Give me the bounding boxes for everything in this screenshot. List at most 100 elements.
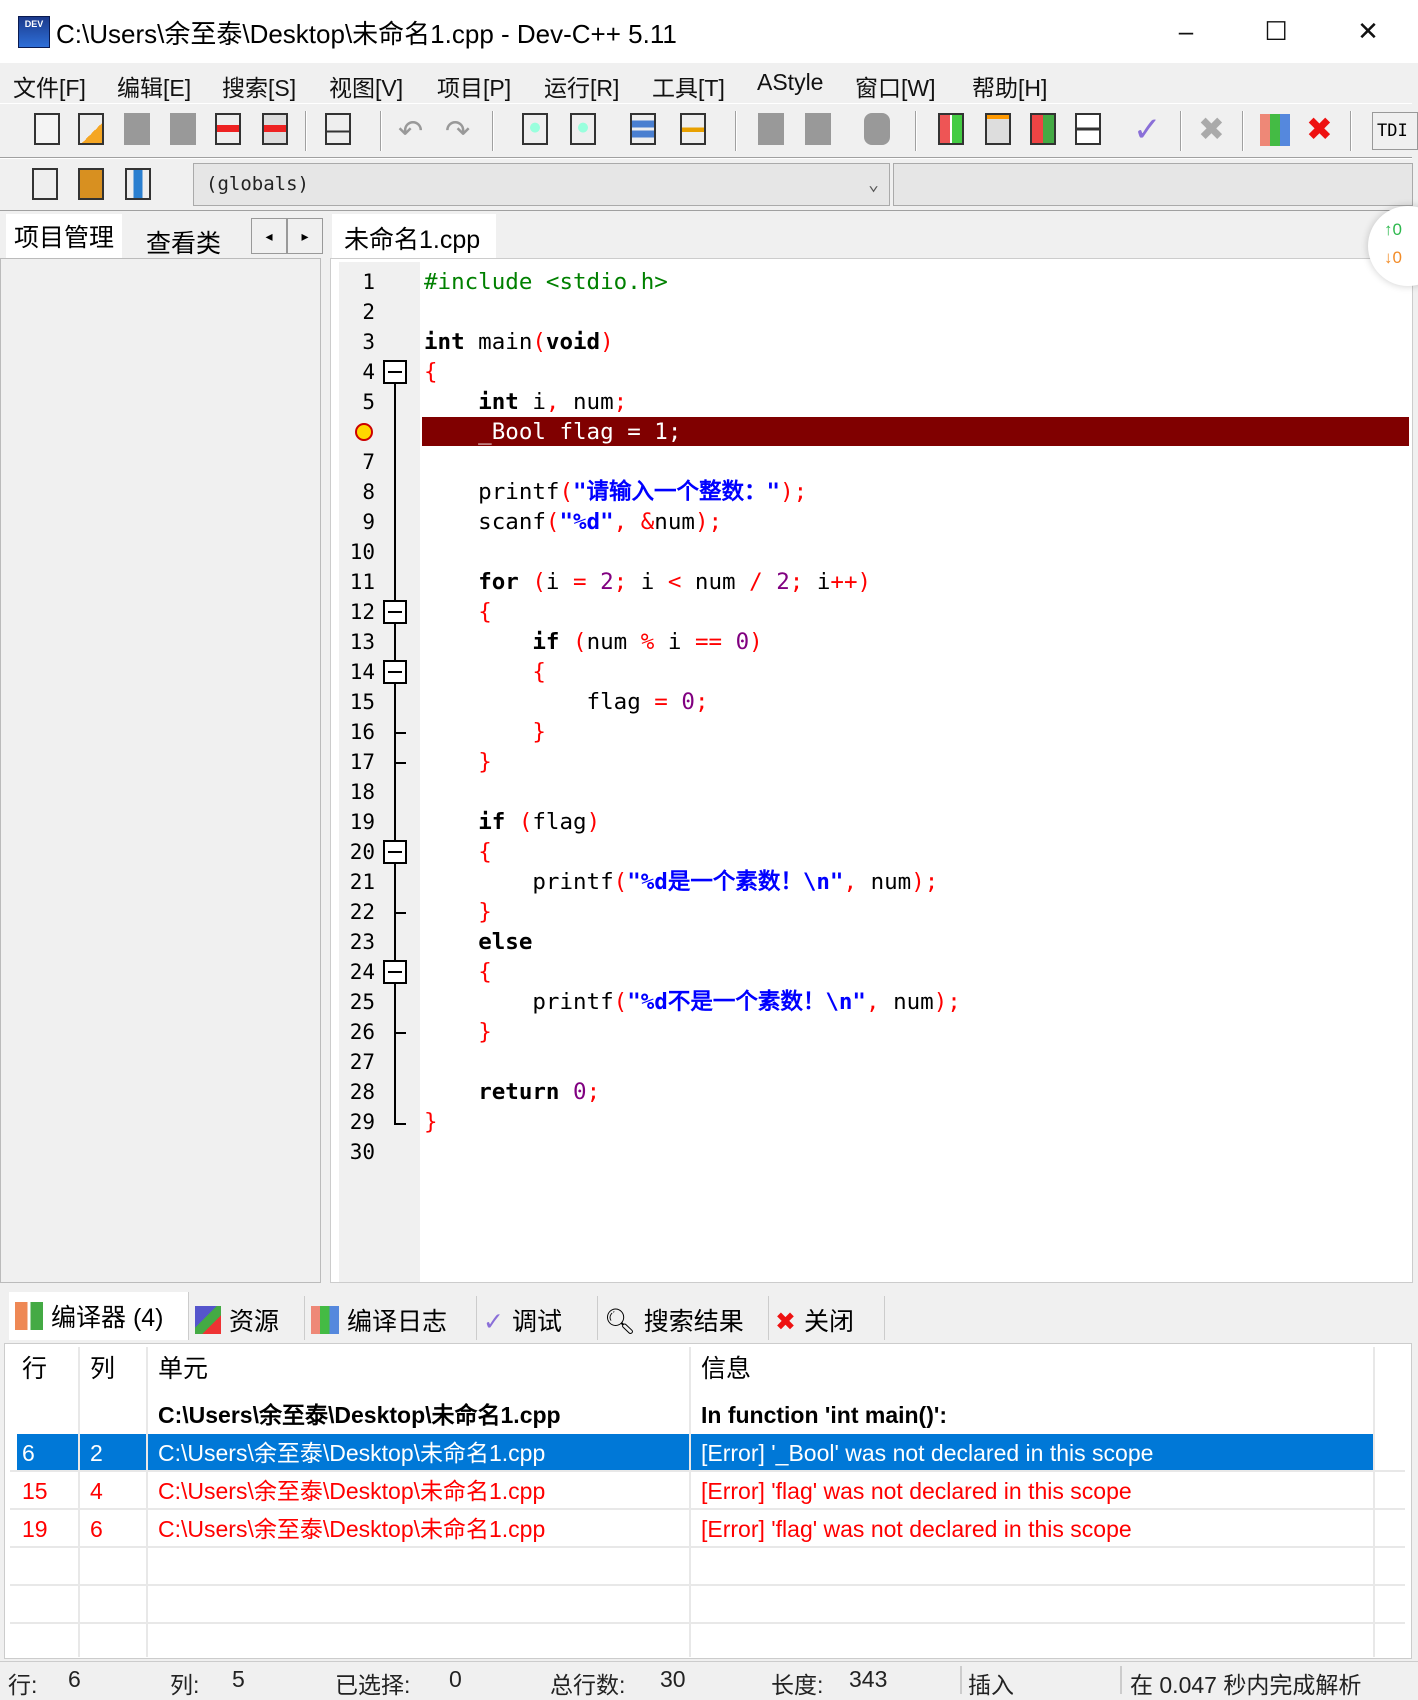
code-line[interactable]: {: [424, 597, 492, 627]
code-line[interactable]: }: [424, 1017, 492, 1047]
code-line[interactable]: }: [424, 717, 546, 747]
code-line[interactable]: printf("%d不是一个素数！\n", num);: [424, 987, 960, 1017]
message-msg-cell[interactable]: [Error] 'flag' was not declared in this …: [693, 1510, 1132, 1548]
tab-close[interactable]: ✖ 关闭: [769, 1296, 885, 1340]
goto-function-icon[interactable]: [680, 113, 706, 145]
tab-compile-log[interactable]: 编译日志: [305, 1296, 477, 1340]
members-dropdown[interactable]: [893, 163, 1413, 206]
code-line[interactable]: printf("请输入一个整数：");: [424, 477, 807, 507]
tdi-button[interactable]: TDI: [1372, 112, 1418, 150]
unindent-icon[interactable]: [805, 113, 831, 145]
code-line[interactable]: for (i = 2; i < num / 2; i++): [424, 567, 871, 597]
menu-edit[interactable]: 编辑[E]: [117, 69, 191, 103]
compile-run-icon[interactable]: [1030, 113, 1056, 145]
code-line[interactable]: if (flag): [424, 807, 600, 837]
code-line[interactable]: }: [424, 747, 492, 777]
indent-icon[interactable]: [758, 113, 784, 145]
message-unit-cell[interactable]: C:\Users\余至泰\Desktop\未命名1.cpp: [150, 1434, 545, 1472]
undo-icon[interactable]: ↶: [398, 114, 423, 149]
tab-resources[interactable]: 资源: [189, 1296, 305, 1340]
menu-astyle[interactable]: AStyle: [757, 69, 823, 96]
code-line[interactable]: if (num % i == 0): [424, 627, 762, 657]
message-line-cell[interactable]: 19: [14, 1510, 48, 1548]
tab-search-results[interactable]: 🔍︎ 搜索结果: [598, 1296, 769, 1340]
message-unit-cell[interactable]: C:\Users\余至泰\Desktop\未命名1.cpp: [150, 1396, 561, 1434]
code-line[interactable]: #include <stdio.h>: [424, 267, 668, 297]
run-icon[interactable]: [985, 113, 1011, 145]
redo-icon[interactable]: ↷: [445, 114, 470, 149]
menu-search[interactable]: 搜索[S]: [222, 69, 296, 103]
goto-line-icon[interactable]: [630, 113, 656, 145]
code-line[interactable]: return 0;: [424, 1077, 600, 1107]
globals-dropdown[interactable]: (globals) ⌄: [193, 163, 890, 206]
code-line[interactable]: printf("%d是一个素数！\n", num);: [424, 867, 938, 897]
menu-window[interactable]: 窗口[W]: [855, 69, 936, 103]
col-header-unit[interactable]: 单元: [150, 1350, 208, 1388]
new-file-icon[interactable]: [34, 113, 60, 145]
rebuild-icon[interactable]: [1075, 113, 1101, 145]
close-button[interactable]: ✕: [1338, 10, 1398, 52]
code-line[interactable]: flag = 0;: [424, 687, 709, 717]
message-col-cell[interactable]: 6: [82, 1510, 103, 1548]
tab-debug[interactable]: ✓ 调试: [477, 1296, 598, 1340]
open-file-icon[interactable]: [78, 113, 104, 145]
compile-icon[interactable]: [938, 113, 964, 145]
maximize-button[interactable]: ☐: [1246, 10, 1306, 52]
message-unit-cell[interactable]: C:\Users\余至泰\Desktop\未命名1.cpp: [150, 1472, 545, 1510]
col-header-col[interactable]: 列: [82, 1350, 115, 1388]
message-unit-cell[interactable]: C:\Users\余至泰\Desktop\未命名1.cpp: [150, 1510, 545, 1548]
message-msg-cell[interactable]: [Error] '_Bool' was not declared in this…: [693, 1434, 1153, 1472]
message-line-cell[interactable]: 6: [14, 1434, 35, 1472]
menu-help[interactable]: 帮助[H]: [972, 69, 1047, 103]
message-col-cell[interactable]: 4: [82, 1472, 103, 1510]
replace-icon[interactable]: [570, 113, 596, 145]
code-line[interactable]: {: [424, 357, 438, 387]
add-bookmark-icon[interactable]: [78, 168, 104, 200]
print-icon[interactable]: [325, 113, 351, 145]
delete-profile-icon[interactable]: ✖: [1306, 110, 1333, 148]
insert-icon[interactable]: [32, 168, 58, 200]
code-line[interactable]: int main(void): [424, 327, 614, 357]
menu-view[interactable]: 视图[V]: [329, 69, 403, 103]
close-all-icon[interactable]: [262, 113, 288, 145]
bookmark-icon[interactable]: [125, 168, 151, 200]
code-line[interactable]: {: [424, 957, 492, 987]
menu-tools[interactable]: 工具[T]: [652, 69, 725, 103]
stop-icon[interactable]: ✖: [1198, 110, 1225, 148]
code-line[interactable]: else: [424, 927, 532, 957]
code-line[interactable]: scanf("%d", &num);: [424, 507, 722, 537]
code-line[interactable]: {: [424, 837, 492, 867]
menu-project[interactable]: 项目[P]: [437, 69, 511, 103]
editor-tab[interactable]: 未命名1.cpp: [332, 214, 496, 260]
code-line[interactable]: {: [424, 657, 546, 687]
code-line[interactable]: }: [424, 897, 492, 927]
tab-scroll-left-button[interactable]: ◂: [251, 218, 287, 254]
close-file-icon[interactable]: [215, 113, 241, 145]
fold-collapse-icon[interactable]: [383, 960, 407, 984]
tab-project-manager[interactable]: 项目管理: [6, 214, 123, 258]
find-icon[interactable]: [522, 113, 548, 145]
message-line-cell[interactable]: 15: [14, 1472, 48, 1510]
menu-file[interactable]: 文件[F]: [13, 69, 86, 103]
tab-scroll-right-button[interactable]: ▸: [287, 218, 323, 254]
tab-compiler[interactable]: 编译器 (4): [9, 1292, 189, 1340]
fold-collapse-icon[interactable]: [383, 360, 407, 384]
fold-collapse-icon[interactable]: [383, 600, 407, 624]
menu-run[interactable]: 运行[R]: [544, 69, 619, 103]
toggle-comment-icon[interactable]: [864, 113, 890, 145]
col-header-line[interactable]: 行: [14, 1350, 47, 1388]
profile-chart-icon[interactable]: [1260, 114, 1290, 146]
col-header-message[interactable]: 信息: [693, 1350, 751, 1388]
code-line[interactable]: }: [424, 1107, 438, 1137]
message-msg-cell[interactable]: In function 'int main()':: [693, 1396, 947, 1434]
code-line[interactable]: _Bool flag = 1;: [424, 417, 681, 447]
minimize-button[interactable]: –: [1156, 10, 1216, 52]
fold-collapse-icon[interactable]: [383, 660, 407, 684]
fold-collapse-icon[interactable]: [383, 840, 407, 864]
message-msg-cell[interactable]: [Error] 'flag' was not declared in this …: [693, 1472, 1132, 1510]
message-col-cell[interactable]: 2: [82, 1434, 103, 1472]
save-all-icon[interactable]: [170, 113, 196, 145]
save-icon[interactable]: [124, 113, 150, 145]
debug-check-icon[interactable]: ✓: [1133, 110, 1162, 150]
code-line[interactable]: int i, num;: [424, 387, 627, 417]
